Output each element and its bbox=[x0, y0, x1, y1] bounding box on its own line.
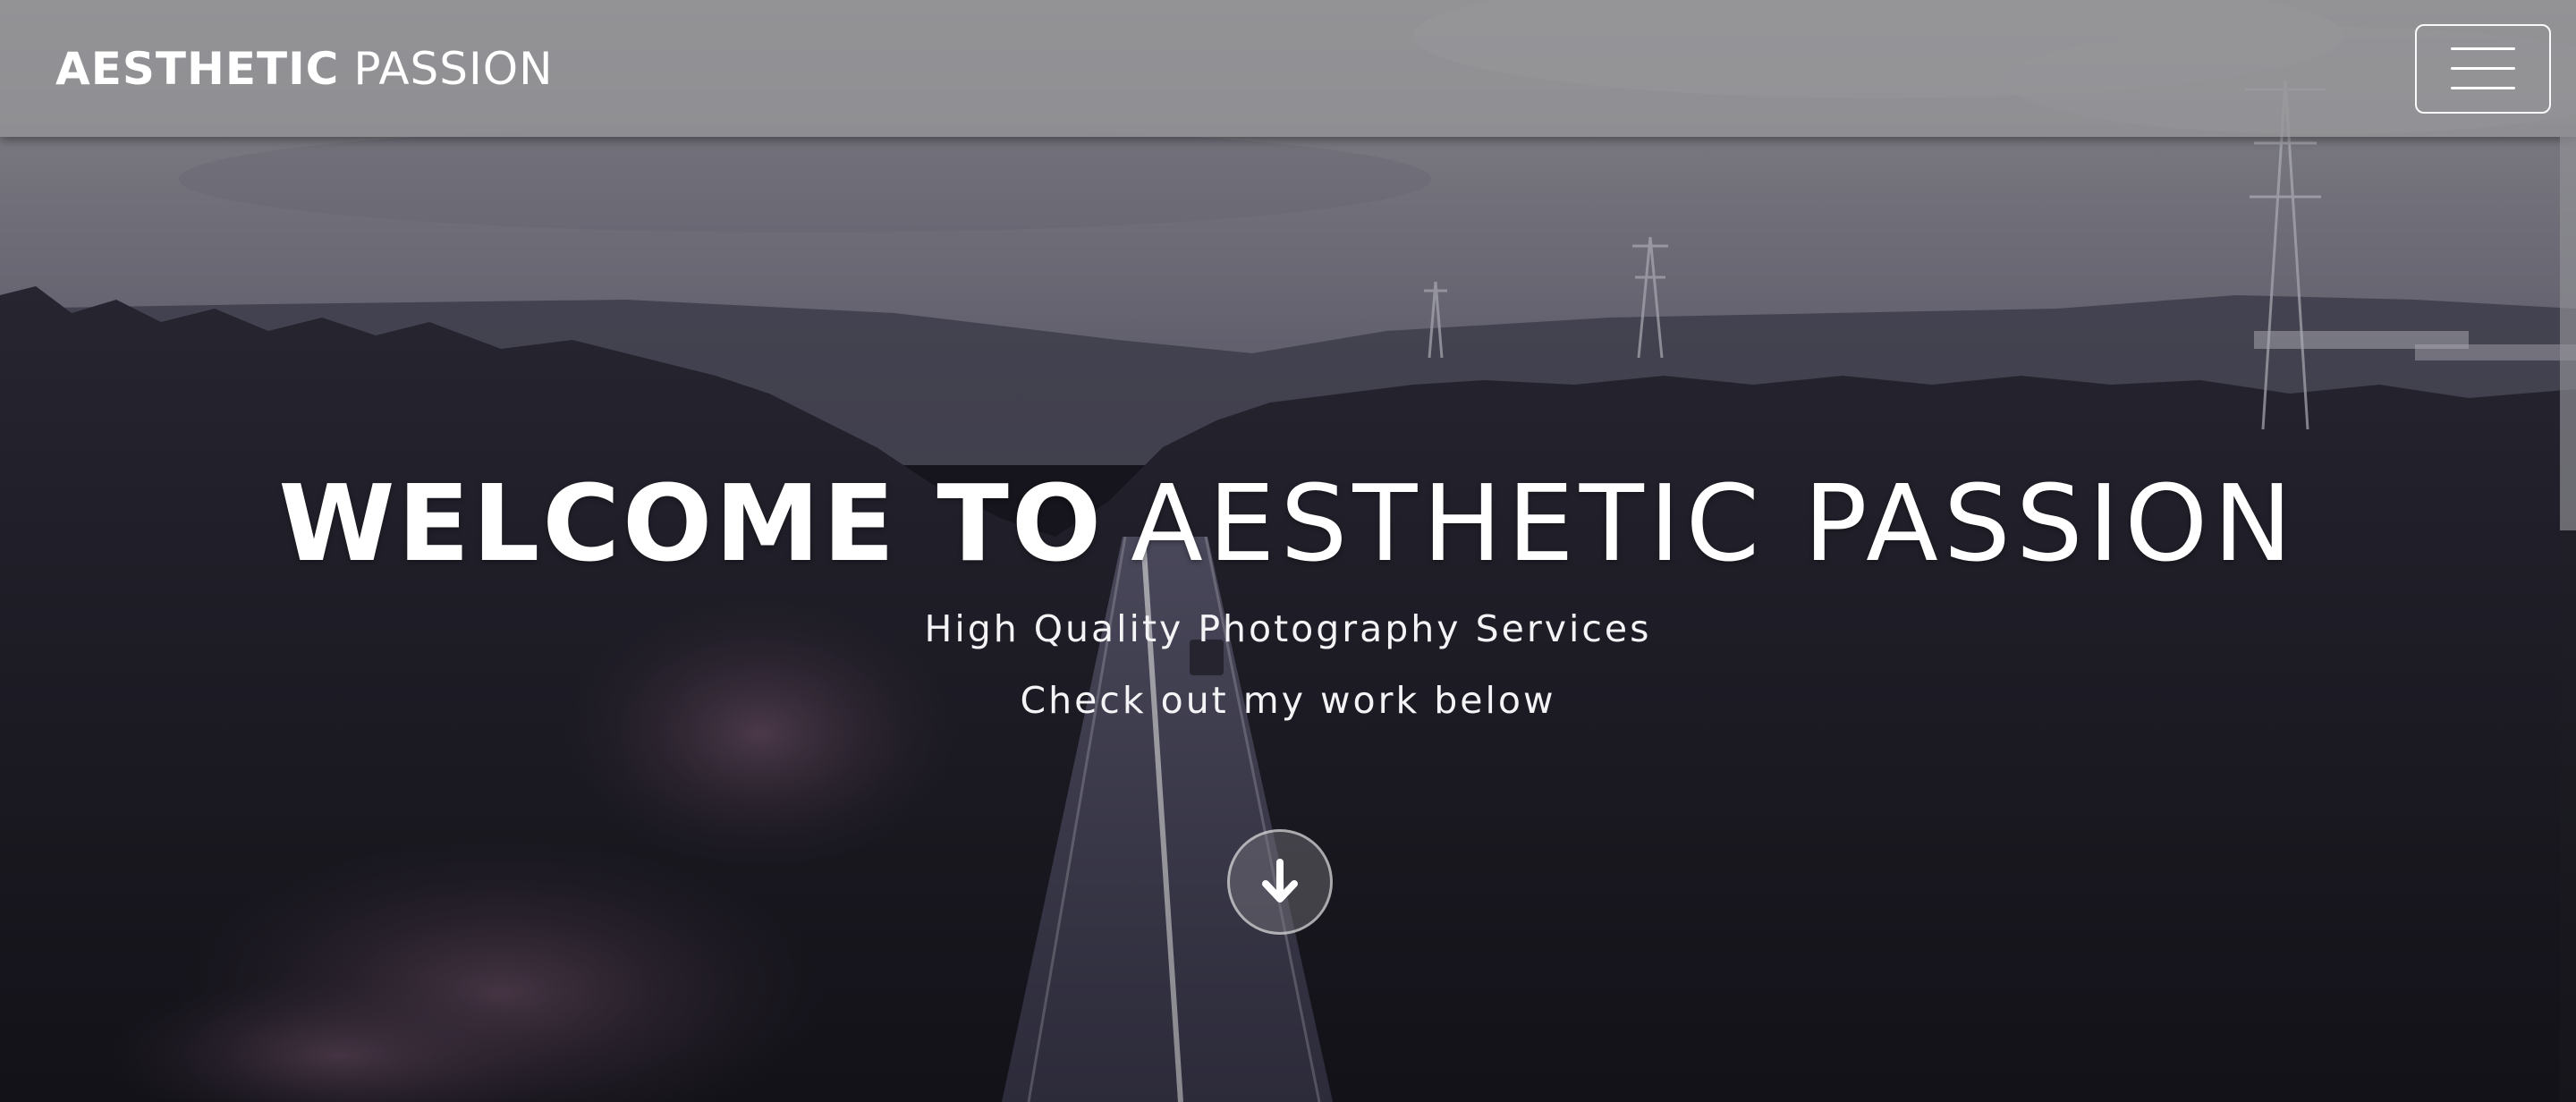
hero-title-light: AESTHETIC PASSION bbox=[1131, 462, 2298, 585]
arrow-down-icon bbox=[1262, 859, 1298, 903]
hero-subtitle: High Quality Photography Services bbox=[924, 607, 1652, 650]
hero-section: WELCOME TO AESTHETIC PASSION High Quality… bbox=[0, 465, 2576, 723]
hero-title-bold: WELCOME TO bbox=[278, 462, 1105, 585]
hamburger-menu-icon bbox=[2451, 47, 2515, 50]
hamburger-menu-icon-bar bbox=[2451, 87, 2515, 89]
scroll-down-button[interactable] bbox=[1227, 829, 1333, 935]
hamburger-menu-icon-bar bbox=[2451, 67, 2515, 70]
hero-tagline: Check out my work below bbox=[1020, 679, 1556, 722]
top-navbar: AESTHETIC PASSION bbox=[0, 0, 2576, 137]
menu-toggle-button[interactable] bbox=[2415, 23, 2551, 114]
brand-name-light: PASSION bbox=[353, 42, 554, 95]
brand-logo[interactable]: AESTHETIC PASSION bbox=[55, 47, 554, 91]
brand-name-bold: AESTHETIC bbox=[55, 42, 340, 95]
hero-title: WELCOME TO AESTHETIC PASSION bbox=[0, 465, 2576, 581]
page: AESTHETIC PASSION WELCOME TO AESTHETIC PAS… bbox=[0, 0, 2576, 1102]
